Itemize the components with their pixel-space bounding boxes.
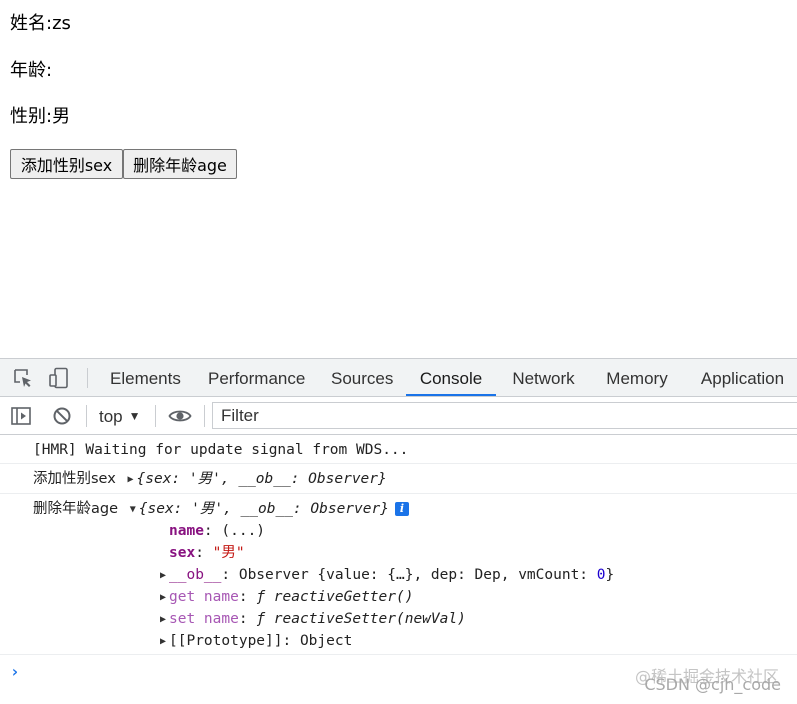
toolbar-divider <box>86 405 87 427</box>
execution-context-select[interactable]: top ▼ <box>99 397 141 434</box>
vmcount-value: 0 <box>596 567 606 583</box>
property-prototype: ▶ [[Prototype]]: Object <box>157 631 352 652</box>
property-value: ƒ reactiveSetter(newVal) <box>256 611 466 627</box>
property-value: ƒ reactiveGetter() <box>256 589 414 605</box>
tab-console[interactable]: Console <box>406 359 496 396</box>
tab-elements[interactable]: Elements <box>110 359 181 396</box>
toolbar-divider <box>155 405 156 427</box>
watermark-csdn: CSDN @cjh_code <box>644 675 781 694</box>
chevron-down-icon: ▼ <box>128 409 141 423</box>
message-text: [HMR] Waiting for update signal from WDS… <box>33 442 409 458</box>
sex-display: 性别:男 <box>10 106 71 127</box>
page: 姓名:zs 年龄: 性别:男 添加性别sex 删除年龄age Elements … <box>0 0 797 704</box>
console-message-hmr: [HMR] Waiting for update signal from WDS… <box>0 435 797 464</box>
expand-triangle-icon[interactable]: ▶ <box>157 566 169 586</box>
clear-console-icon[interactable] <box>51 405 73 427</box>
info-icon[interactable]: i <box>394 502 409 516</box>
tab-sources[interactable]: Sources <box>331 359 393 396</box>
device-toolbar-icon[interactable] <box>48 367 70 389</box>
object-preview[interactable]: {sex: '男', __ob__: Observer} <box>139 501 389 517</box>
age-display: 年龄: <box>10 60 53 81</box>
toolbar-divider <box>204 405 205 427</box>
property-key: __ob__ <box>169 567 222 583</box>
context-label: top <box>99 407 123 426</box>
property-name: name: (...) <box>169 521 265 541</box>
message-label: 删除年龄age <box>33 501 119 517</box>
property-value: [[Prototype]]: Object <box>169 633 353 649</box>
console-filter-input[interactable] <box>212 402 797 429</box>
tab-memory[interactable]: Memory <box>606 359 668 396</box>
tab-performance[interactable]: Performance <box>208 359 305 396</box>
message-row: 添加性别sex ▶ {sex: '男', __ob__: Observer} <box>33 469 387 490</box>
property-value[interactable]: : (...) <box>204 523 265 539</box>
property-setter: ▶ set name: ƒ reactiveSetter(newVal) <box>157 609 466 630</box>
collapse-triangle-icon[interactable]: ▼ <box>127 500 139 520</box>
property-key: get name <box>169 589 239 605</box>
inspect-element-icon[interactable] <box>12 367 34 389</box>
property-sex: sex: "男" <box>169 545 245 561</box>
property-value: : Observer {value: {…}, dep: Dep, vmCoun… <box>221 567 597 583</box>
object-preview[interactable]: {sex: '男', __ob__: Observer} <box>137 471 387 487</box>
property-getter: ▶ get name: ƒ reactiveGetter() <box>157 587 413 608</box>
message-label: 添加性别sex <box>33 471 116 487</box>
app-view: 姓名:zs 年龄: 性别:男 添加性别sex 删除年龄age <box>0 0 797 358</box>
console-message-add-sex: 添加性别sex ▶ {sex: '男', __ob__: Observer} <box>0 464 797 494</box>
delete-age-button[interactable]: 删除年龄age <box>123 149 237 179</box>
message-row: 删除年龄age ▼ {sex: '男', __ob__: Observer} i <box>33 499 409 520</box>
console-sidebar-icon[interactable] <box>10 405 32 427</box>
property-ob: ▶ __ob__: Observer {value: {…}, dep: Dep,… <box>157 565 614 586</box>
button-row: 添加性别sex 删除年龄age <box>10 149 237 179</box>
devtools-panel: Elements Performance Sources Console Net… <box>0 358 797 704</box>
expand-triangle-icon[interactable]: ▶ <box>157 588 169 608</box>
console-prompt-icon[interactable]: › <box>10 662 20 681</box>
property-key: set name <box>169 611 239 627</box>
expand-triangle-icon[interactable]: ▶ <box>125 470 137 490</box>
add-sex-button[interactable]: 添加性别sex <box>10 149 123 179</box>
toolbar-divider <box>87 368 88 388</box>
property-key: sex <box>169 545 196 561</box>
property-value: "男" <box>212 545 245 561</box>
expand-triangle-icon[interactable]: ▶ <box>157 610 169 630</box>
devtools-tabbar: Elements Performance Sources Console Net… <box>0 359 797 397</box>
live-expression-eye-icon[interactable] <box>168 405 192 427</box>
console-message-delete-age: 删除年龄age ▼ {sex: '男', __ob__: Observer} i n… <box>0 494 797 655</box>
tab-application[interactable]: Application <box>700 359 785 396</box>
property-key: name <box>169 523 204 539</box>
console-toolbar: top ▼ <box>0 397 797 435</box>
expand-triangle-icon[interactable]: ▶ <box>157 632 169 652</box>
property-value-close: } <box>605 567 615 583</box>
tab-network[interactable]: Network <box>511 359 576 396</box>
name-display: 姓名:zs <box>10 13 71 34</box>
